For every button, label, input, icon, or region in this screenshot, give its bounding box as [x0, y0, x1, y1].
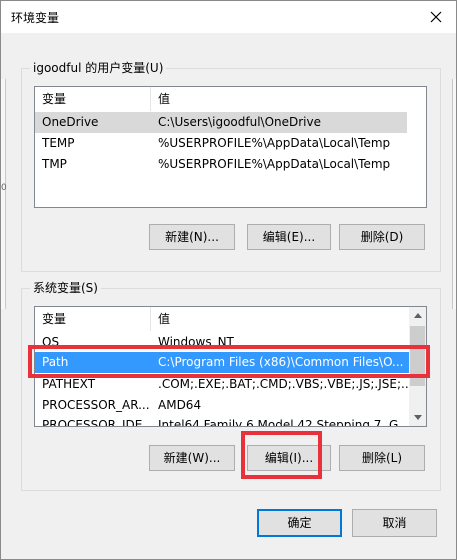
- system-edit-button[interactable]: 编辑(I)...: [247, 445, 331, 471]
- system-delete-button[interactable]: 删除(L): [339, 445, 425, 471]
- user-edit-button[interactable]: 编辑(E)...: [247, 224, 331, 250]
- table-row-selected[interactable]: Path C:\Program Files (x86)\Common Files…: [35, 352, 410, 373]
- environment-variables-dialog: 环境变量 0 igoodful 的用户变量(U) 变量 值 OneDrive C…: [0, 0, 457, 560]
- variable-value: %USERPROFILE%\AppData\Local\Temp: [158, 157, 391, 171]
- variable-value: C:\Users\igoodful\OneDrive: [158, 115, 321, 129]
- close-icon: [430, 11, 442, 23]
- close-button[interactable]: [416, 1, 456, 33]
- list-header: 变量 值: [35, 87, 426, 111]
- variable-value: Intel64 Family 6 Model 42 Stepping 7, G.…: [158, 418, 410, 427]
- cancel-button[interactable]: 取消: [352, 509, 437, 537]
- system-variables-list[interactable]: 变量 值 OS Windows_NT Path C:\Program Files…: [34, 306, 427, 427]
- variable-value: .COM;.EXE;.BAT;.CMD;.VBS;.VBE;.JS;.JSE;.…: [158, 377, 410, 391]
- title-bar: 环境变量: [1, 1, 456, 33]
- user-new-button[interactable]: 新建(N)...: [149, 224, 235, 250]
- window-title: 环境变量: [11, 11, 60, 25]
- variable-name: PROCESSOR_IDE...: [42, 418, 151, 427]
- background-window-left-edge: 0: [1, 79, 7, 309]
- column-header-name[interactable]: 变量: [35, 87, 151, 111]
- table-row[interactable]: PROCESSOR_IDE... Intel64 Family 6 Model …: [35, 415, 410, 427]
- table-row[interactable]: TMP %USERPROFILE%\AppData\Local\Temp: [35, 154, 407, 175]
- user-variables-list[interactable]: 变量 值 OneDrive C:\Users\igoodful\OneDrive…: [34, 86, 427, 208]
- table-row[interactable]: OneDrive C:\Users\igoodful\OneDrive: [35, 112, 407, 133]
- variable-name: Path: [42, 355, 69, 369]
- vertical-scrollbar[interactable]: [409, 307, 426, 426]
- background-window-right-edge: [452, 79, 456, 309]
- variable-name: OS: [42, 335, 60, 348]
- table-row[interactable]: OS Windows_NT: [35, 328, 410, 348]
- scroll-down-button[interactable]: [409, 409, 426, 426]
- chevron-up-icon: [413, 313, 422, 318]
- variable-name: TMP: [42, 157, 67, 171]
- chevron-down-icon: [413, 415, 422, 420]
- user-delete-button[interactable]: 删除(D): [339, 224, 425, 250]
- table-row[interactable]: PATHEXT .COM;.EXE;.BAT;.CMD;.VBS;.VBE;.J…: [35, 374, 410, 395]
- variable-name: PROCESSOR_AR...: [42, 398, 150, 412]
- user-variables-label: igoodful 的用户变量(U): [30, 60, 167, 76]
- background-edge-mark: 0: [1, 183, 7, 193]
- system-new-button[interactable]: 新建(W)...: [149, 445, 235, 471]
- variable-value: %USERPROFILE%\AppData\Local\Temp: [158, 136, 391, 150]
- system-variables-label: 系统变量(S): [30, 280, 101, 296]
- table-row[interactable]: TEMP %USERPROFILE%\AppData\Local\Temp: [35, 133, 407, 154]
- variable-name: OneDrive: [42, 115, 99, 129]
- scroll-thumb[interactable]: [410, 326, 425, 386]
- ok-button[interactable]: 确定: [257, 509, 342, 537]
- table-row[interactable]: PROCESSOR_AR... AMD64: [35, 395, 410, 416]
- variable-value: Windows_NT: [158, 335, 234, 348]
- variable-value: C:\Program Files (x86)\Common Files\O...: [158, 355, 404, 369]
- variable-name: PATHEXT: [42, 377, 96, 391]
- variable-name: TEMP: [42, 136, 75, 150]
- variable-value: AMD64: [158, 398, 202, 412]
- column-header-value[interactable]: 值: [151, 87, 426, 111]
- scroll-up-button[interactable]: [409, 307, 426, 324]
